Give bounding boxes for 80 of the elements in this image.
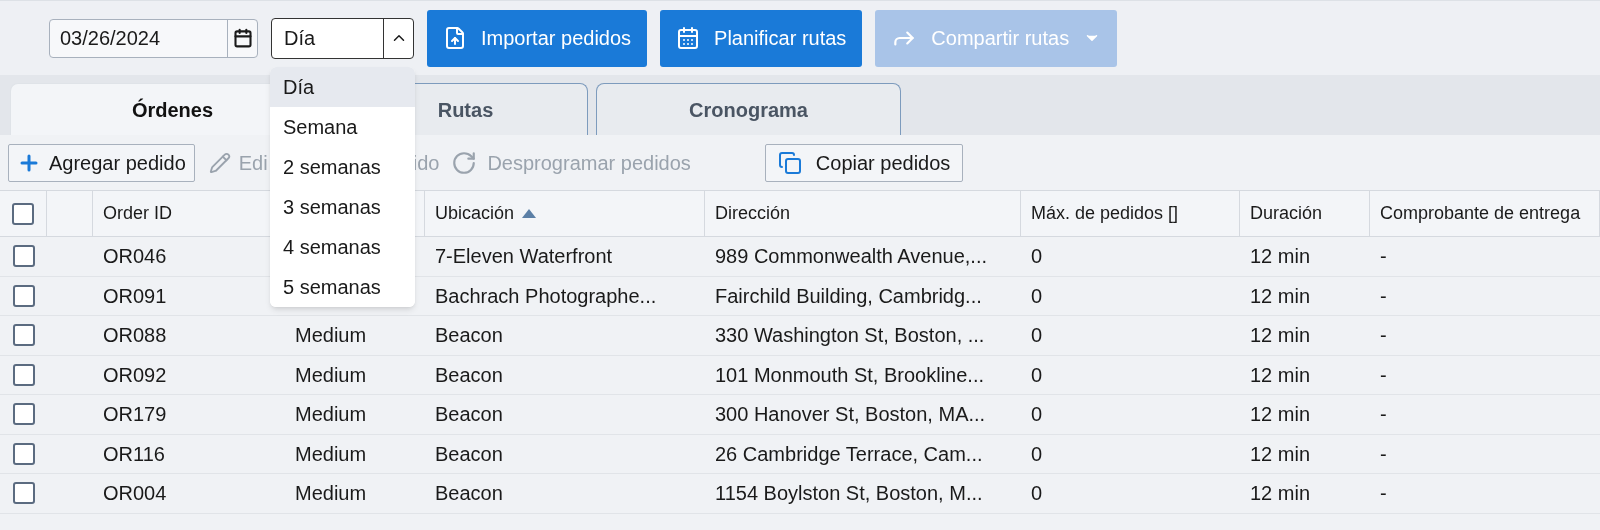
menu-option[interactable]: 5 semanas	[270, 267, 415, 307]
period-select[interactable]: Día	[271, 17, 414, 59]
table-cell-text: 12 min	[1250, 283, 1311, 309]
table-cell-text: OR091	[103, 283, 167, 309]
pencil-icon	[208, 151, 231, 174]
table-cell-text: 26 Cambridge Terrace, Cam...	[715, 441, 983, 467]
table-cell-text: 12 min	[1250, 362, 1311, 388]
table-cell-text: Medium	[295, 441, 367, 467]
column-header[interactable]: Máx. de pedidos []	[1031, 200, 1179, 227]
table-cell-text: Beacon	[435, 362, 503, 388]
table-cell-text: OR088	[103, 323, 167, 349]
table-cell-text: 101 Monmouth St, Brookline...	[715, 362, 985, 388]
table-cell-text: 0	[1031, 481, 1043, 507]
table-cell-text: 989 Commonwealth Avenue,...	[715, 244, 988, 270]
import-button[interactable]: Importar pedidos	[427, 9, 648, 67]
table-cell-text: -	[1380, 244, 1387, 270]
date-field[interactable]: 03/26/2024	[49, 18, 258, 58]
column-header[interactable]: Duración	[1250, 200, 1323, 227]
table-cell-text: 0	[1031, 402, 1043, 428]
table-cell-text: 0	[1031, 441, 1043, 467]
plan-routes-button[interactable]: Planificar rutas	[660, 9, 863, 67]
menu-option[interactable]: 3 semanas	[270, 187, 415, 227]
table-cell-text: OR004	[103, 481, 167, 507]
add-order-button[interactable]: Agregar pedido	[8, 143, 195, 182]
checkbox[interactable]	[12, 202, 34, 225]
table-cell-text: 12 min	[1250, 481, 1311, 507]
column-header[interactable]: Order ID	[103, 200, 172, 227]
checkbox[interactable]	[12, 482, 35, 505]
table-cell-text: Medium	[295, 402, 367, 428]
menu-option[interactable]: Semana	[270, 107, 415, 147]
table-cell-text: -	[1380, 362, 1387, 388]
table-cell-text: 12 min	[1250, 402, 1311, 428]
table-cell-text: -	[1380, 481, 1387, 507]
menu-option[interactable]: 4 semanas	[270, 227, 415, 267]
table-cell-text: 300 Hanover St, Boston, MA...	[715, 402, 986, 428]
table-cell-text: 12 min	[1250, 323, 1311, 349]
checkbox[interactable]	[12, 403, 35, 426]
table-cell-text: 1154 Boylston St, Boston, M...	[715, 481, 983, 507]
table-cell-text: OR179	[103, 402, 167, 428]
column-header[interactable]: Comprobante de entrega	[1380, 200, 1581, 227]
table-cell-text: 12 min	[1250, 244, 1311, 270]
copy-orders-button[interactable]: Copiar pedidos	[764, 143, 964, 182]
checkbox[interactable]	[12, 363, 35, 386]
table-cell-text: -	[1380, 441, 1387, 467]
table-cell-text: Beacon	[435, 402, 503, 428]
checkbox[interactable]	[12, 245, 35, 268]
table-cell-text: -	[1380, 323, 1387, 349]
table-cell-text: Medium	[295, 323, 367, 349]
checkbox[interactable]	[12, 442, 35, 465]
calendar-icon[interactable]	[232, 28, 253, 48]
table-cell-text: OR116	[103, 441, 165, 467]
checkbox[interactable]	[12, 324, 35, 347]
table-cell-text: -	[1380, 283, 1387, 309]
table-cell-text: Beacon	[435, 441, 503, 467]
table-cell-text: 0	[1031, 323, 1043, 349]
checkbox[interactable]	[12, 284, 35, 307]
table-cell-text: OR046	[103, 244, 167, 270]
table-cell-text: -	[1380, 402, 1387, 428]
menu-option[interactable]: 2 semanas	[270, 147, 415, 187]
table-cell-text: Fairchild Building, Cambridg...	[715, 283, 982, 309]
table-cell-text: Medium	[295, 362, 367, 388]
table-cell-text: 0	[1031, 283, 1043, 309]
table-cell-text: 0	[1031, 244, 1043, 270]
refresh-icon	[451, 149, 478, 176]
calendar-icon	[676, 26, 701, 50]
table-cell-text: Bachrach Photographe...	[435, 283, 657, 309]
column-header[interactable]: Ubicación	[435, 200, 515, 227]
copy-icon	[777, 150, 802, 175]
table-cell-text: Beacon	[435, 481, 503, 507]
table-cell-text: 12 min	[1250, 441, 1311, 467]
table-cell-text: 330 Washington St, Boston, ...	[715, 323, 985, 349]
table-cell-text: 0	[1031, 362, 1043, 388]
table-cell-text: 7-Eleven Waterfront	[435, 244, 613, 270]
upload-icon	[443, 26, 467, 50]
table-cell-text: OR092	[103, 362, 167, 388]
table-cell-text: Beacon	[435, 323, 503, 349]
table-cell-text: Medium	[295, 481, 367, 507]
column-header[interactable]: Dirección	[715, 200, 791, 227]
menu-option[interactable]: Día	[270, 67, 415, 107]
tab[interactable]: Cronograma	[596, 83, 901, 135]
